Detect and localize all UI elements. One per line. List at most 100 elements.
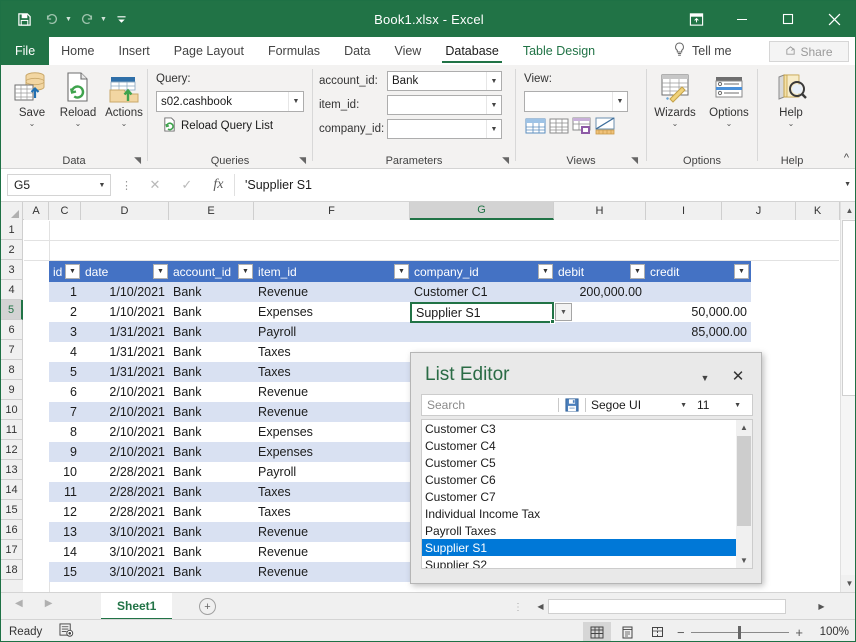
list-item[interactable]: Supplier S2 [422, 556, 752, 569]
cell-account-id[interactable]: Bank [169, 462, 254, 482]
view-combobox[interactable]: ▼ [524, 91, 628, 112]
formula-input[interactable]: 'Supplier S1 [241, 174, 837, 196]
pivot-view-icon[interactable] [572, 117, 592, 140]
column-header-I[interactable]: I [646, 202, 722, 220]
filter-icon-company-id[interactable]: ▼ [538, 264, 553, 279]
cell-date[interactable]: 1/10/2021 [81, 302, 169, 322]
options-dropdown-icon[interactable]: ⌄ [726, 121, 733, 127]
cell-date[interactable]: 1/31/2021 [81, 342, 169, 362]
list-editor-items[interactable]: Customer C3 Customer C4 Customer C5 Cust… [421, 419, 753, 569]
help-button[interactable]: Help ⌄ [764, 69, 818, 127]
actions-dropdown-icon[interactable]: ⌄ [121, 121, 128, 127]
cell-item-id[interactable]: Taxes [254, 342, 410, 362]
help-dropdown-icon[interactable]: ⌄ [788, 121, 795, 127]
cell-id[interactable]: 15 [49, 562, 81, 582]
splitter-handle[interactable]: ⋮ [513, 602, 523, 613]
font-size-dropdown[interactable]: 11 ▼ [692, 395, 746, 415]
data-dialog-launcher[interactable]: ◥ [134, 155, 141, 166]
list-item[interactable]: Individual Income Tax [422, 505, 752, 522]
cell-item-id[interactable]: Revenue [254, 562, 410, 582]
page-break-preview-icon[interactable] [643, 622, 671, 642]
chevron-down-icon[interactable]: ▼ [486, 96, 501, 114]
cell-id[interactable]: 8 [49, 422, 81, 442]
tab-page-layout[interactable]: Page Layout [162, 37, 256, 65]
cancel-icon[interactable]: ✕ [150, 177, 161, 193]
row-header-16[interactable]: 16 [1, 520, 23, 540]
cell-account-id[interactable]: Bank [169, 522, 254, 542]
cell-account-id[interactable]: Bank [169, 282, 254, 302]
cell-id[interactable]: 2 [49, 302, 81, 322]
record-macro-icon[interactable] [59, 623, 74, 640]
row-header-10[interactable]: 10 [1, 400, 23, 420]
scroll-up-icon[interactable]: ▲ [736, 420, 752, 435]
filter-icon-credit[interactable]: ▼ [734, 264, 749, 279]
list-scrollbar[interactable]: ▲ ▼ [736, 420, 752, 568]
chevron-down-icon[interactable]: ▼ [486, 72, 501, 90]
cell-date[interactable]: 1/10/2021 [81, 282, 169, 302]
cell-date[interactable]: 2/10/2021 [81, 422, 169, 442]
cell-date[interactable]: 1/31/2021 [81, 322, 169, 342]
list-item[interactable]: Customer C4 [422, 437, 752, 454]
vertical-scrollbar[interactable]: ▲ ▼ [840, 202, 856, 592]
undo-icon[interactable] [39, 6, 65, 32]
cell-item-id[interactable]: Payroll [254, 322, 410, 342]
options-button[interactable]: Options ⌄ [701, 69, 757, 127]
list-item-selected[interactable]: Supplier S1 [422, 539, 752, 556]
next-sheet-icon[interactable]: ▶ [45, 598, 53, 609]
row-header-3[interactable]: 3 [1, 260, 23, 280]
filter-icon-account-id[interactable]: ▼ [238, 264, 253, 279]
cell-account-id[interactable]: Bank [169, 402, 254, 422]
share-button[interactable]: Share [769, 41, 849, 62]
cell-date[interactable]: 2/10/2021 [81, 402, 169, 422]
filter-icon-id[interactable]: ▼ [65, 264, 80, 279]
page-layout-view-icon[interactable] [613, 622, 641, 642]
cell-account-id[interactable]: Bank [169, 542, 254, 562]
cell-id[interactable]: 5 [49, 362, 81, 382]
wizards-button[interactable]: Wizards ⌄ [647, 69, 703, 127]
cell-item-id[interactable]: Revenue [254, 382, 410, 402]
prev-sheet-icon[interactable]: ◀ [15, 598, 23, 609]
query-combobox[interactable]: s02.cashbook ▼ [156, 91, 304, 112]
horizontal-scrollbar-thumb[interactable] [548, 599, 786, 614]
insert-function-icon[interactable]: fx [213, 177, 223, 193]
zoom-in-icon[interactable]: + [795, 625, 803, 640]
cell-date[interactable]: 2/28/2021 [81, 482, 169, 502]
list-item[interactable]: Customer C5 [422, 454, 752, 471]
account-id-combobox[interactable]: Bank ▼ [387, 71, 502, 91]
close-icon[interactable]: ✕ [727, 365, 749, 387]
cell-account-id[interactable]: Bank [169, 482, 254, 502]
tab-file[interactable]: File [1, 37, 49, 65]
cell-id[interactable]: 1 [49, 282, 81, 302]
cell-id[interactable]: 10 [49, 462, 81, 482]
cell-account-id[interactable]: Bank [169, 502, 254, 522]
cell-date[interactable]: 2/28/2021 [81, 502, 169, 522]
cell-company-id[interactable] [410, 322, 554, 342]
cell-debit[interactable]: 200,000.00 [554, 282, 646, 302]
cell-date[interactable]: 3/10/2021 [81, 542, 169, 562]
actions-button[interactable]: Actions ⌄ [97, 69, 151, 127]
cell-item-id[interactable]: Expenses [254, 442, 410, 462]
parameters-dialog-launcher[interactable]: ◥ [502, 155, 509, 166]
cell-item-id[interactable]: Revenue [254, 522, 410, 542]
cell-account-id[interactable]: Bank [169, 562, 254, 582]
cell-id[interactable]: 7 [49, 402, 81, 422]
zoom-thumb[interactable] [738, 626, 741, 639]
row-header-11[interactable]: 11 [1, 420, 23, 440]
filter-icon-item-id[interactable]: ▼ [394, 264, 409, 279]
zoom-out-icon[interactable]: − [677, 625, 685, 640]
collapse-ribbon-icon[interactable]: ^ [844, 152, 849, 164]
cell-item-id[interactable]: Revenue [254, 282, 410, 302]
cell-item-id[interactable]: Taxes [254, 502, 410, 522]
undo-dropdown-icon[interactable]: ▼ [65, 16, 72, 23]
cell-item-id[interactable]: Expenses [254, 302, 410, 322]
save-icon[interactable] [11, 6, 37, 32]
queries-dialog-launcher[interactable]: ◥ [299, 155, 306, 166]
cell-account-id[interactable]: Bank [169, 422, 254, 442]
row-header-1[interactable]: 1 [1, 220, 23, 240]
cell-item-id[interactable]: Taxes [254, 482, 410, 502]
cell-debit[interactable] [554, 322, 646, 342]
add-sheet-icon[interactable]: + [199, 598, 216, 615]
column-header-H[interactable]: H [554, 202, 646, 220]
reload-dropdown-icon[interactable]: ⌄ [75, 121, 82, 127]
tab-insert[interactable]: Insert [107, 37, 162, 65]
